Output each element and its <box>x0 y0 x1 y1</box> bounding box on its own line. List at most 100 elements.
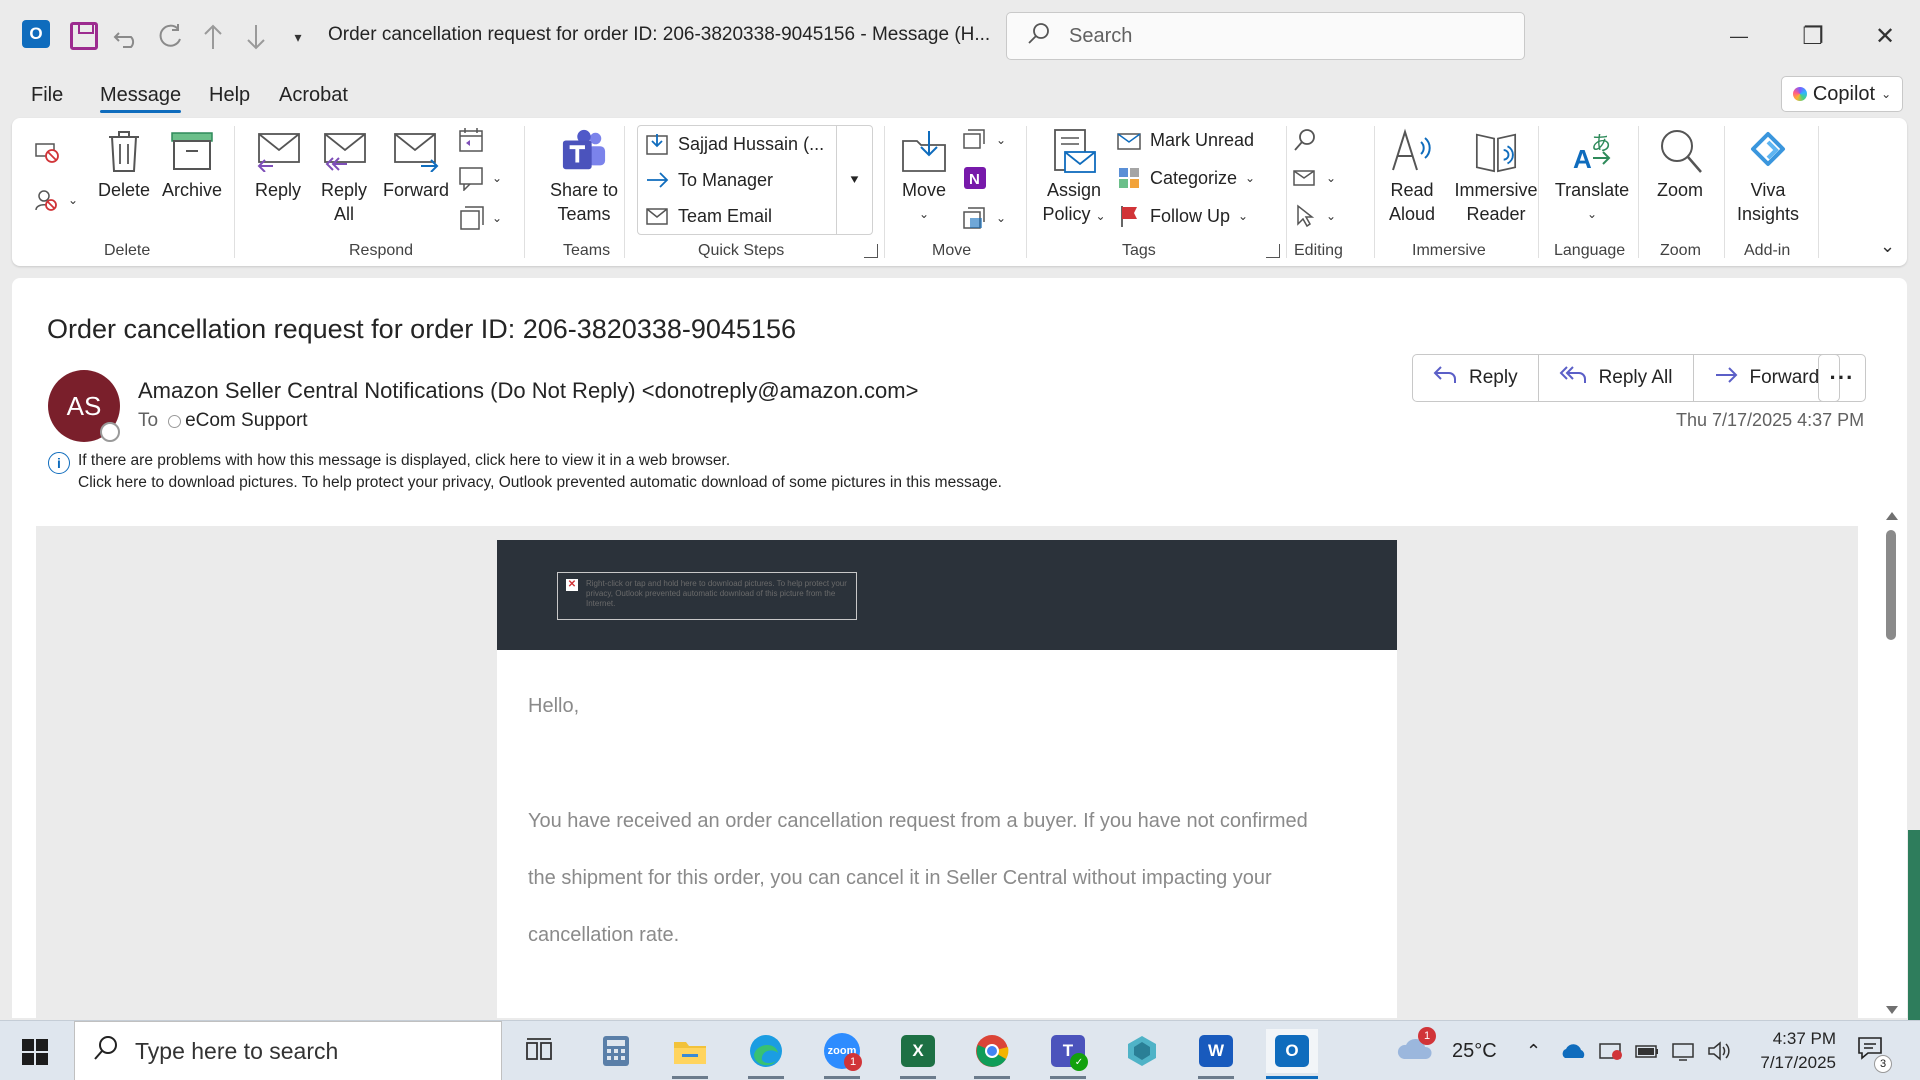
scroll-up-icon[interactable] <box>1886 512 1898 520</box>
scroll-down-icon[interactable] <box>1886 1006 1898 1014</box>
quick-steps-more-button[interactable]: ⯆ <box>836 126 872 234</box>
teams-app-icon[interactable]: T ✓ <box>1042 1029 1094 1079</box>
taskbar-search-input[interactable]: Type here to search <box>74 1021 502 1080</box>
archive-button[interactable]: Archive <box>160 128 224 202</box>
im-button[interactable]: ⌄ <box>458 166 502 191</box>
vpn-icon[interactable] <box>1598 1021 1624 1080</box>
reply-all-button[interactable]: Reply All <box>316 128 372 226</box>
categorize-button[interactable]: Categorize ⌄ <box>1116 166 1255 190</box>
sender-name[interactable]: Amazon Seller Central Notifications (Do … <box>138 378 918 404</box>
info-bar[interactable]: i If there are problems with how this me… <box>48 450 1002 494</box>
group-separator <box>1286 126 1287 258</box>
more-options-button[interactable]: ··· <box>1818 354 1866 402</box>
tags-dialog-launcher[interactable] <box>1266 244 1280 258</box>
undo-icon[interactable] <box>112 22 142 52</box>
battery-icon[interactable] <box>1634 1021 1660 1080</box>
info-line-pictures[interactable]: Click here to download pictures. To help… <box>78 472 1002 494</box>
tab-file[interactable]: File <box>31 84 63 107</box>
customize-toolbar-icon[interactable]: ▾ <box>288 22 308 52</box>
meeting-button[interactable] <box>458 128 484 152</box>
viva-insights-button[interactable]: Viva Insights <box>1732 128 1804 226</box>
ribbon-collapse-icon[interactable]: ⌄ <box>1880 236 1895 257</box>
blocked-image[interactable]: ✕ Right-click or tap and hold here to do… <box>557 572 857 620</box>
word-app-icon[interactable]: W <box>1190 1029 1242 1079</box>
file-explorer-app-icon[interactable] <box>664 1029 716 1079</box>
onenote-button[interactable]: N <box>962 166 988 190</box>
weather-widget[interactable]: 1 25°C <box>1396 1021 1497 1080</box>
outlook-app-icon[interactable]: O <box>1266 1029 1318 1079</box>
previous-item-icon[interactable] <box>198 22 228 52</box>
redo-icon[interactable] <box>155 22 185 52</box>
immersive-reader-button[interactable]: Immersive Reader <box>1448 128 1544 226</box>
copilot-button[interactable]: Copilot ⌄ <box>1781 76 1903 112</box>
find-button[interactable] <box>1292 128 1318 152</box>
quick-step-to-manager[interactable]: To Manager <box>644 168 773 192</box>
system-clock[interactable]: 4:37 PM 7/17/2025 <box>1744 1027 1836 1075</box>
network-icon[interactable] <box>1670 1021 1696 1080</box>
cursor-icon <box>1292 204 1318 228</box>
quick-step-sajjad[interactable]: Sajjad Hussain (... <box>644 132 824 156</box>
tab-acrobat[interactable]: Acrobat <box>279 84 348 107</box>
reply-button[interactable]: Reply <box>1413 355 1539 401</box>
zoom-button[interactable]: Zoom <box>1648 128 1712 202</box>
assign-label-2-text: Policy <box>1042 204 1091 224</box>
chrome-app-icon[interactable] <box>966 1029 1018 1079</box>
zoom-app-icon[interactable]: zoom 1 <box>816 1029 868 1079</box>
follow-up-button[interactable]: Follow Up ⌄ <box>1116 204 1248 228</box>
move-button[interactable]: Move ⌄ <box>894 128 954 226</box>
scrollbar[interactable] <box>1882 510 1902 1018</box>
ignore-button[interactable] <box>34 140 60 164</box>
reply-all-button[interactable]: Reply All <box>1539 355 1694 401</box>
translate-button[interactable]: Aあ Translate ⌄ <box>1552 128 1632 226</box>
volume-icon[interactable] <box>1706 1021 1732 1080</box>
assign-policy-button[interactable]: Assign Policy ⌄ <box>1038 128 1110 228</box>
group-separator <box>234 126 235 258</box>
save-icon[interactable] <box>70 22 98 50</box>
search-input[interactable]: Search <box>1006 12 1525 60</box>
group-label-editing: Editing <box>1294 242 1343 259</box>
info-line-browser[interactable]: If there are problems with how this mess… <box>78 450 1002 472</box>
chevron-down-icon: ⌄ <box>492 211 503 225</box>
junk-button[interactable]: ⌄ <box>34 188 78 212</box>
search-icon <box>93 1035 119 1067</box>
restore-button[interactable]: ❐ <box>1778 14 1848 58</box>
rules-button[interactable]: ⌄ <box>962 128 1006 152</box>
delete-button[interactable]: Delete <box>94 128 154 202</box>
actions-button[interactable]: ⌄ <box>962 206 1006 230</box>
edge-app-icon[interactable] <box>740 1029 792 1079</box>
reply-button[interactable]: Reply <box>250 128 306 202</box>
ribbon: ⌄ Delete Archive Delete Reply Reply All … <box>12 118 1907 266</box>
quick-steps-dialog-launcher[interactable] <box>864 244 878 258</box>
more-respond-button[interactable]: ⌄ <box>458 206 502 230</box>
mark-unread-button[interactable]: Mark Unread <box>1116 128 1254 152</box>
recipient[interactable]: eCom Support <box>168 410 308 432</box>
next-item-icon[interactable] <box>241 22 271 52</box>
notification-center-icon[interactable]: 3 <box>1856 1021 1892 1080</box>
share-to-teams-button[interactable]: Share to Teams <box>536 128 632 226</box>
show-hidden-icons[interactable]: ⌃ <box>1526 1021 1541 1080</box>
excel-app-icon[interactable]: X <box>892 1029 944 1079</box>
windows-start-icon[interactable] <box>22 1039 48 1065</box>
select-button[interactable]: ⌄ <box>1292 204 1336 228</box>
scrollbar-thumb[interactable] <box>1886 530 1896 640</box>
outlook-logo: O <box>1275 1035 1309 1067</box>
minimize-button[interactable]: — <box>1704 14 1774 58</box>
tab-help[interactable]: Help <box>209 84 250 107</box>
app-icon[interactable] <box>1116 1029 1168 1073</box>
forward-button[interactable]: Forward <box>380 128 452 202</box>
task-view-icon[interactable] <box>514 1029 566 1073</box>
onedrive-icon[interactable] <box>1560 1021 1588 1080</box>
message-date: Thu 7/17/2025 4:37 PM <box>1676 410 1865 430</box>
junk-icon <box>34 188 60 212</box>
calculator-app-icon[interactable] <box>590 1029 642 1073</box>
related-icon <box>1292 166 1318 190</box>
related-button[interactable]: ⌄ <box>1292 166 1336 190</box>
read-aloud-button[interactable]: Read Aloud <box>1376 128 1448 226</box>
quick-step-team-email[interactable]: Team Email <box>644 204 772 228</box>
cloud-icon: 1 <box>1396 1027 1436 1069</box>
close-button[interactable]: ✕ <box>1850 14 1920 58</box>
quick-steps-gallery: Sajjad Hussain (... To Manager Team Emai… <box>637 125 873 235</box>
assign-label-2: Policy ⌄ <box>1042 202 1105 228</box>
translate-label: Translate <box>1554 180 1630 200</box>
tab-message[interactable]: Message <box>100 84 182 113</box>
